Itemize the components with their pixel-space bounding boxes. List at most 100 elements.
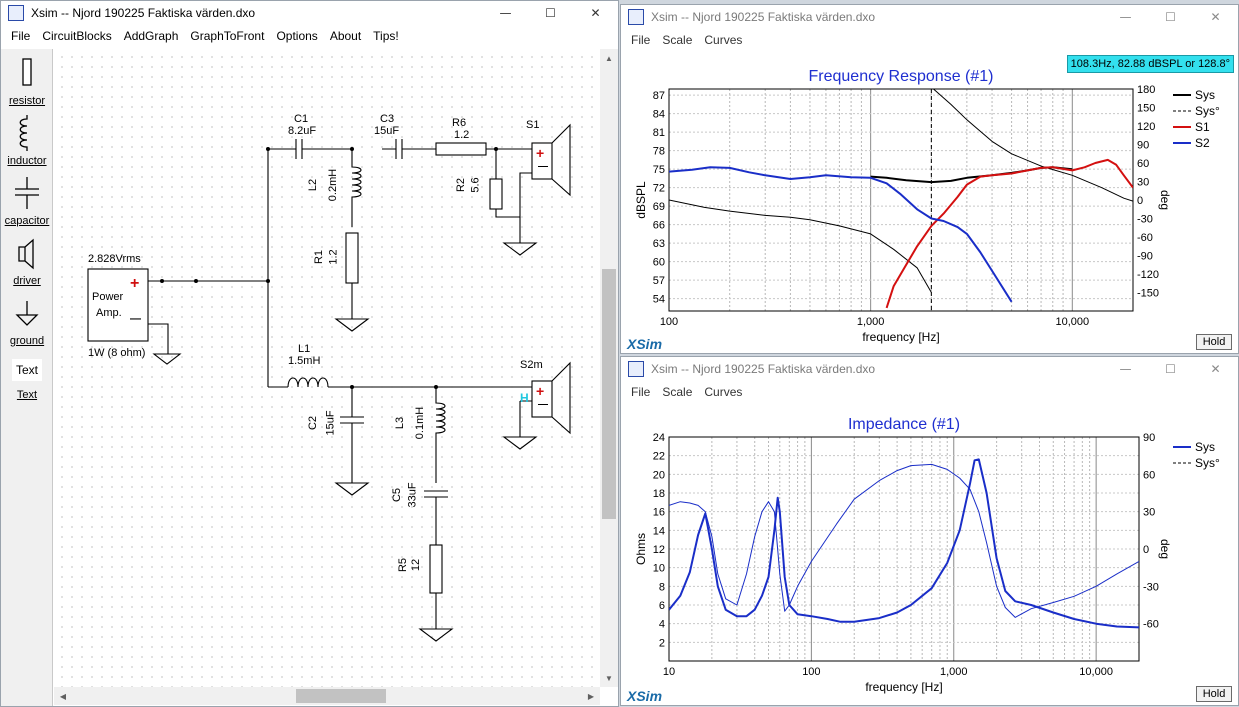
imp-title-bar[interactable]: Xsim -- Njord 190225 Faktiska värden.dxo… [621,357,1238,381]
palette-ground[interactable]: ground [1,299,53,347]
y-tick-label: 6 [659,600,665,612]
fr-graph-area[interactable]: 54 57 60 63 66 69 72 75 78 81 84 87 180 150 120 90 60 30 0… [621,51,1238,353]
menu-graphtofront[interactable]: GraphToFront [184,29,270,43]
x-tick-label: 1,000 [940,666,968,678]
legend-label: Sys [1195,88,1215,102]
y2-tick-label: 30 [1143,507,1155,519]
palette-capacitor[interactable]: capacitor [1,175,53,227]
c1-name: C1 [294,113,309,125]
y-tick-label: 10 [653,563,665,575]
imp-minimize-button[interactable]: — [1103,357,1148,381]
y2-tick-label: 120 [1137,121,1155,133]
y-tick-label: 12 [653,544,665,556]
r1-name: R1 [313,249,326,265]
x-tick-label: 10,000 [1079,666,1113,678]
legend-label: Sys° [1195,456,1220,470]
menu-circuitblocks[interactable]: CircuitBlocks [36,29,117,43]
y-tick-label: 84 [653,109,665,121]
imp-menu-file[interactable]: File [625,385,656,399]
y2-tick-label: 60 [1137,158,1149,170]
ground-icon [15,301,39,326]
amp-minus-terminal: — [130,313,141,325]
horizontal-scrollbar[interactable]: ◀ ▶ [54,687,600,705]
scroll-down-arrow-icon[interactable]: ▼ [600,669,618,687]
text-tool-icon: Text [12,359,42,381]
palette-driver[interactable]: driver [1,237,53,287]
fr-menu-bar: File Scale Curves [621,29,1238,51]
r5-name: R5 [397,557,410,573]
s2m-selection-marker[interactable]: H [520,391,529,405]
fr-title-bar[interactable]: Xsim -- Njord 190225 Faktiska värden.dxo… [621,5,1238,29]
fr-minimize-button[interactable]: — [1103,5,1148,29]
palette-resistor[interactable]: resistor [1,57,53,107]
fr-window-title: Xsim -- Njord 190225 Faktiska värden.dxo [651,10,876,24]
menu-about[interactable]: About [324,29,367,43]
series-line-s2 [669,166,1013,303]
y2-tick-label: 150 [1137,103,1155,115]
series-line-sys-phase [669,463,1139,618]
y-tick-label: 16 [653,507,665,519]
imp-hold-button[interactable]: Hold [1196,686,1232,702]
scroll-left-arrow-icon[interactable]: ◀ [54,687,72,705]
circuit-canvas[interactable]: 2.828Vrms Power Amp. + — 1W (8 ohm) C1 8… [54,49,600,687]
y2-tick-label: -90 [1137,251,1153,263]
capacitor-icon [15,177,39,209]
component-palette: resistor inductor capacitor driver groun… [1,49,53,706]
palette-inductor[interactable]: inductor [1,115,53,167]
c2-name: C2 [307,415,320,431]
title-bar[interactable]: Xsim -- Njord 190225 Faktiska värden.dxo… [1,1,618,25]
fr-maximize-button[interactable]: ☐ [1148,5,1193,29]
fr-menu-scale[interactable]: Scale [656,33,698,47]
palette-driver-label: driver [13,275,41,287]
y2-axis-label: deg [1158,539,1172,559]
palette-text[interactable]: Text Text [1,359,53,401]
fr-menu-file[interactable]: File [625,33,656,47]
scroll-right-arrow-icon[interactable]: ▶ [582,687,600,705]
imp-maximize-button[interactable]: ☐ [1148,357,1193,381]
s1-plus-terminal: + [536,145,545,161]
menu-tips[interactable]: Tips! [367,29,405,43]
fr-menu-curves[interactable]: Curves [698,33,748,47]
vertical-scroll-thumb[interactable] [602,269,616,519]
inductor-icon [19,115,28,151]
imp-menu-scale[interactable]: Scale [656,385,698,399]
scroll-up-arrow-icon[interactable]: ▲ [600,49,618,67]
frequency-response-window: Xsim -- Njord 190225 Faktiska värden.dxo… [620,4,1239,354]
r6-name: R6 [452,117,467,129]
r2-name: R2 [455,177,468,193]
imp-close-button[interactable]: ✕ [1193,357,1238,381]
y-tick-label: 78 [653,146,665,158]
impedance-chart: 24681012141618202224 9060300-30-6010 100 1,… [626,416,1220,704]
menu-file[interactable]: File [5,29,36,43]
y2-tick-label: -60 [1137,232,1153,244]
fr-close-button[interactable]: ✕ [1193,5,1238,29]
maximize-button[interactable]: ☐ [528,1,573,25]
legend-label: S1 [1195,120,1210,134]
y-axis-label: Ohms [634,533,648,565]
imp-graph-area[interactable]: 2 4 6 8 10 12 14 16 18 20 22 24 90 60 30 0 -30 -60 10 100 1,… [621,403,1238,705]
y-tick-label: 4 [659,619,665,631]
close-button[interactable]: ✕ [573,1,618,25]
menu-addgraph[interactable]: AddGraph [118,29,185,43]
legend-label: Sys° [1195,104,1220,118]
plot-frame [668,436,1140,662]
y-tick-label: 87 [653,90,665,102]
circuit-window: Xsim -- Njord 190225 Faktiska värden.dxo… [0,0,619,707]
y-tick-label: 20 [653,469,665,481]
y-axis-label: dBSPL [634,181,648,219]
menu-options[interactable]: Options [270,29,323,43]
y-tick-label: 14 [653,525,665,537]
y-tick-label: 75 [653,164,665,176]
cursor-readout: 108.3Hz, 82.88 dBSPL or 128.8° [1066,55,1234,73]
palette-text-label: Text [16,389,38,401]
vertical-scrollbar[interactable]: ▲ ▼ [600,49,618,687]
imp-menu-curves[interactable]: Curves [698,385,748,399]
y2-tick-label: -30 [1143,581,1159,593]
y-tick-label: 72 [653,183,665,195]
xsim-brand-label: XSim [626,336,662,352]
fr-hold-button[interactable]: Hold [1196,334,1232,350]
minimize-button[interactable]: — [483,1,528,25]
palette-resistor-label: resistor [8,95,46,107]
s2m-minus-terminal: — [538,399,548,410]
horizontal-scroll-thumb[interactable] [296,689,386,703]
